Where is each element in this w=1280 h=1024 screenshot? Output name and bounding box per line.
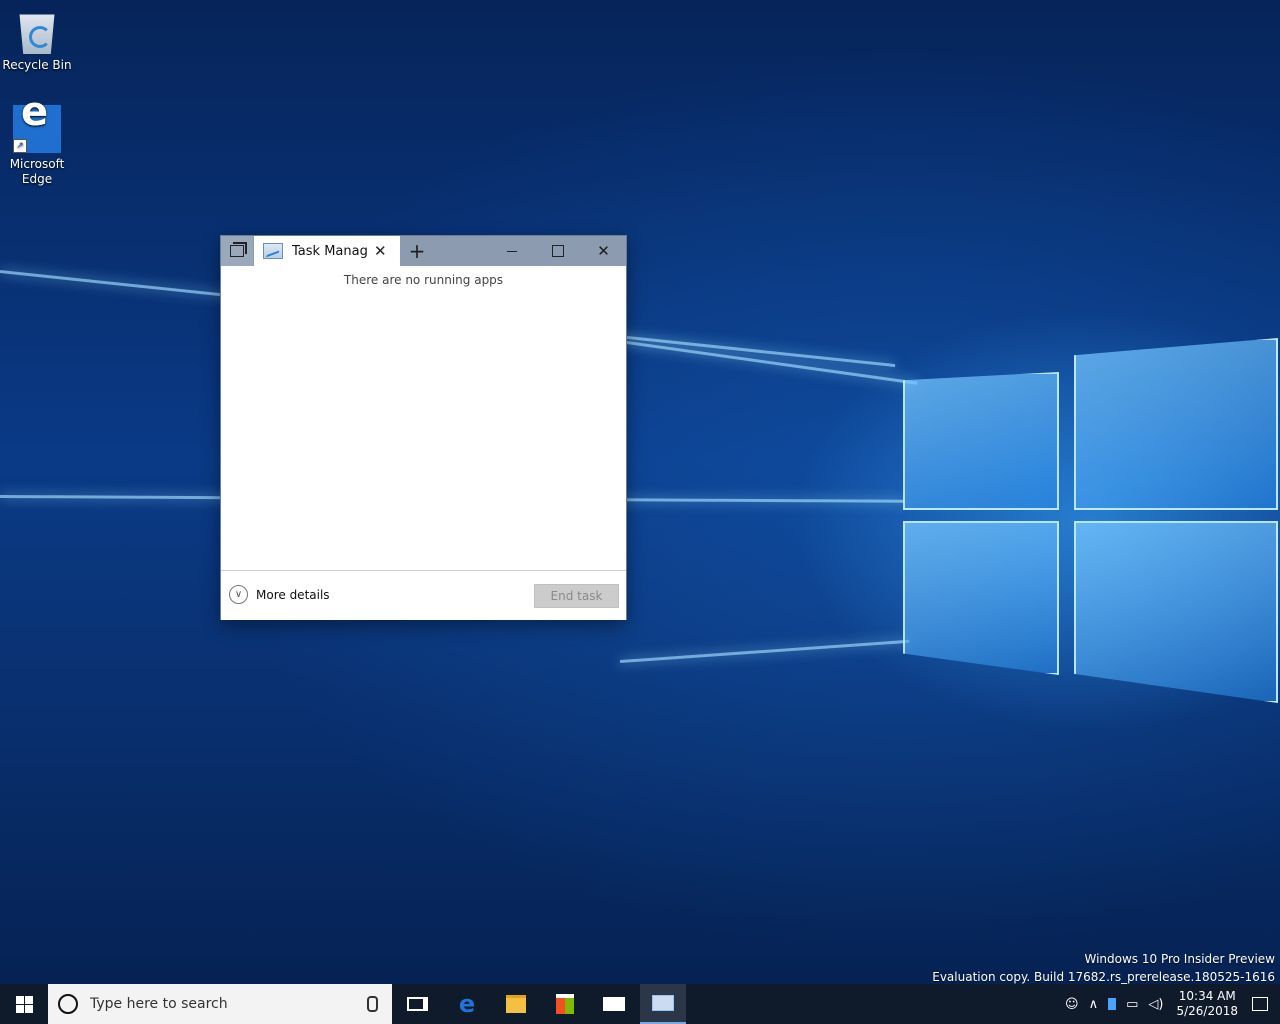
close-button[interactable]: ✕ xyxy=(581,236,626,266)
taskbar-store-button[interactable] xyxy=(542,984,588,1024)
taskbar: e ☺ ∧ ▭ ◁) 10:34 AM 5/26/2018 xyxy=(0,984,1280,1024)
desktop-icon-microsoft-edge[interactable]: e ↗ Microsoft Edge xyxy=(2,92,72,187)
minimize-button[interactable] xyxy=(489,236,535,266)
search-input[interactable] xyxy=(88,995,352,1013)
clock-date: 5/26/2018 xyxy=(1176,1004,1238,1018)
chevron-down-icon: ∨ xyxy=(229,585,248,604)
tab-close-icon[interactable]: ✕ xyxy=(374,242,387,260)
window-footer: ∨ More details End task xyxy=(221,570,626,620)
wallpaper-pane xyxy=(903,372,1059,510)
network-icon[interactable]: ▭ xyxy=(1126,997,1138,1012)
taskbar-edge-button[interactable]: e xyxy=(444,984,490,1024)
store-bag-icon xyxy=(556,994,574,1014)
empty-apps-message: There are no running apps xyxy=(343,273,504,287)
clock[interactable]: 10:34 AM 5/26/2018 xyxy=(1176,989,1238,1019)
desktop-icon-label: Recycle Bin xyxy=(2,58,72,72)
desktop-icon-label: Microsoft Edge xyxy=(9,157,65,186)
tab-overview-button[interactable] xyxy=(221,236,253,266)
maximize-icon xyxy=(552,245,564,257)
tab-title: Task Manager xyxy=(292,243,368,259)
people-icon[interactable]: ☺ xyxy=(1065,997,1079,1012)
maximize-button[interactable] xyxy=(535,236,581,266)
edge-icon: e xyxy=(458,990,476,1018)
task-view-button[interactable] xyxy=(395,984,439,1024)
action-center-icon[interactable] xyxy=(1252,997,1268,1011)
windows-logo-icon xyxy=(15,995,33,1013)
edge-icon: e ↗ xyxy=(13,92,61,153)
mail-envelope-icon xyxy=(603,997,625,1011)
taskbar-task-manager-button[interactable] xyxy=(640,984,686,1024)
desktop-icon-recycle-bin[interactable]: Recycle Bin xyxy=(2,8,72,73)
close-icon: ✕ xyxy=(597,242,610,260)
clock-time: 10:34 AM xyxy=(1178,989,1236,1003)
volume-icon[interactable]: ◁) xyxy=(1148,997,1163,1012)
task-manager-icon xyxy=(263,243,283,259)
task-manager-icon xyxy=(652,995,674,1011)
recycle-bin-icon xyxy=(19,14,55,54)
tab-task-manager[interactable]: Task Manager ✕ xyxy=(254,236,400,266)
minimize-icon xyxy=(507,250,517,252)
taskbar-file-explorer-button[interactable] xyxy=(493,984,539,1024)
microphone-icon[interactable] xyxy=(367,996,378,1012)
end-task-button[interactable]: End task xyxy=(534,584,619,608)
task-manager-window: Task Manager ✕ + ✕ There are no running … xyxy=(221,236,626,620)
system-tray: ☺ ∧ ▭ ◁) 10:34 AM 5/26/2018 xyxy=(1060,984,1280,1024)
tabs-icon xyxy=(230,245,244,257)
taskbar-mail-button[interactable] xyxy=(591,984,637,1024)
start-button[interactable] xyxy=(0,984,48,1024)
title-bar[interactable]: Task Manager ✕ + ✕ xyxy=(221,236,626,266)
chevron-up-icon[interactable]: ∧ xyxy=(1089,997,1099,1012)
battery-icon[interactable] xyxy=(1108,998,1117,1010)
task-view-icon xyxy=(406,997,428,1011)
search-box[interactable] xyxy=(48,984,392,1024)
wallpaper-pane xyxy=(903,521,1059,675)
watermark-line-1: Windows 10 Pro Insider Preview xyxy=(1084,952,1275,966)
shortcut-arrow-icon: ↗ xyxy=(13,139,27,153)
more-details-label: More details xyxy=(256,587,330,602)
wallpaper-pane xyxy=(1074,521,1278,703)
more-details-toggle[interactable]: ∨ More details xyxy=(229,585,330,604)
evaluation-watermark: Windows 10 Pro Insider Preview Evaluatio… xyxy=(932,950,1275,986)
wallpaper-pane xyxy=(1074,338,1278,510)
cortana-icon xyxy=(58,994,78,1014)
new-tab-button[interactable]: + xyxy=(403,236,431,266)
folder-icon xyxy=(506,995,526,1013)
